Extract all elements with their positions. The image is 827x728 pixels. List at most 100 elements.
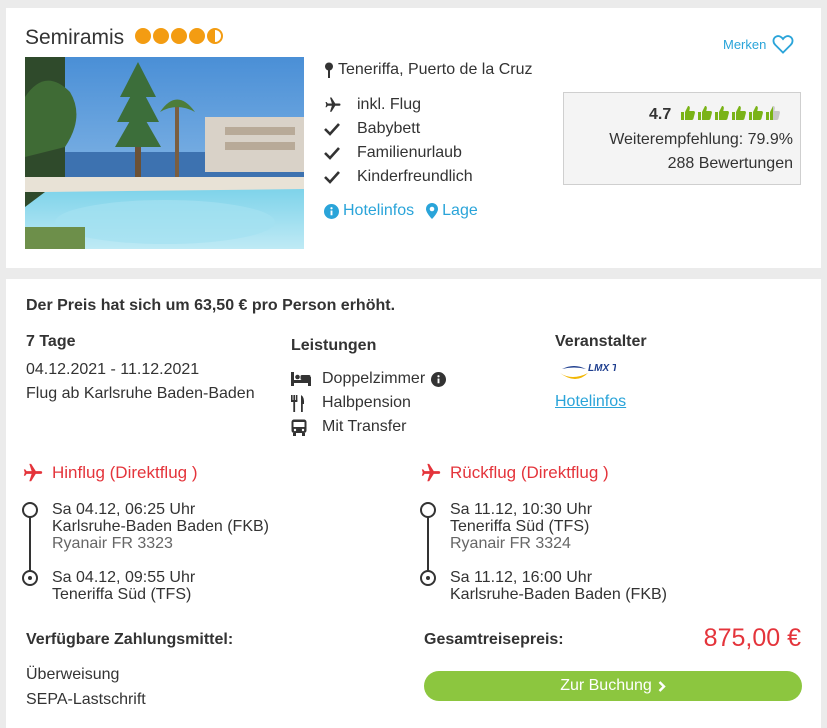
leistung-label: Halbpension (322, 394, 411, 411)
return-departure: Sa 11.12, 10:30 Uhr Teneriffa Süd (TFS) … (450, 501, 592, 552)
thumb-icon (732, 106, 746, 120)
price-change-note: Der Preis hat sich um 63,50 € pro Person… (26, 297, 396, 314)
departure-dot (420, 502, 436, 518)
bed-icon (291, 372, 311, 386)
total-price: 875,00 € (703, 624, 801, 652)
info-icon (324, 203, 339, 219)
star-rating (135, 28, 223, 44)
feature-label: Babybett (357, 120, 421, 137)
star-icon (189, 28, 205, 44)
feature-label: inkl. Flug (357, 96, 422, 113)
location-icon (426, 203, 439, 219)
leistungen-title: Leistungen (291, 337, 377, 354)
plane-icon (421, 463, 441, 482)
leistung-label: Doppelzimmer (322, 370, 426, 387)
hotelinfos-link[interactable]: Hotelinfos (324, 202, 414, 220)
return-dep-time: Sa 11.12, 10:30 Uhr (450, 501, 593, 518)
return-title-text: Rückflug (Direktflug ) (450, 463, 609, 482)
leistung-label: Mit Transfer (322, 418, 407, 435)
outbound-title-text: Hinflug (Direktflug ) (52, 463, 198, 482)
hotel-location: Teneriffa, Puerto de la Cruz (324, 61, 532, 79)
chevron-right-icon (658, 680, 666, 692)
thumb-icon (766, 106, 780, 120)
hotel-card: Semiramis Merken Teneriffa, Puerto de la… (6, 8, 821, 268)
return-arr-time: Sa 11.12, 16:00 Uhr (450, 569, 593, 586)
map-pin-icon (325, 62, 333, 78)
outbound-timeline (29, 515, 31, 578)
departure-airport: Flug ab Karlsruhe Baden-Baden (26, 385, 255, 402)
return-flight-title: Rückflug (Direktflug ) (420, 462, 609, 484)
feature-list: inkl. Flug Babybett Familienurlaub Kinde… (324, 93, 473, 189)
outbound-flight-title: Hinflug (Direktflug ) (22, 462, 198, 484)
trip-duration: 7 Tage (26, 333, 76, 350)
hotel-photo[interactable] (25, 57, 304, 249)
book-button[interactable]: Zur Buchung (424, 671, 802, 701)
feature-item: inkl. Flug (324, 93, 473, 117)
payment-method: Überweisung (26, 666, 120, 683)
check-icon (324, 171, 340, 184)
thumb-icon (749, 106, 763, 120)
rating-box[interactable]: 4.7 Weiterempfehlung: 79.9% 288 Bewertun… (563, 92, 801, 185)
review-count: 288 Bewertungen (667, 155, 793, 172)
outbound-dep-airport: Karlsruhe-Baden Baden (FKB) (52, 518, 269, 535)
leistung-item: Halbpension (291, 391, 446, 415)
trip-dates: 04.12.2021 - 11.12.2021 (26, 361, 200, 378)
recommendation-rate: Weiterempfehlung: 79.9% (609, 131, 793, 148)
outbound-departure: Sa 04.12, 06:25 Uhr Karlsruhe-Baden Bade… (52, 501, 269, 552)
feature-item: Babybett (324, 117, 473, 141)
hotelinfos-label: Hotelinfos (343, 202, 415, 219)
return-flight-number: Ryanair FR 3324 (450, 535, 571, 552)
info-icon[interactable] (431, 371, 447, 387)
thumb-rating (680, 105, 781, 121)
thumb-icon (698, 106, 712, 120)
lmx-logo-text: LMX Touristik (588, 363, 616, 374)
half-star-icon (207, 28, 223, 44)
leistung-item: Mit Transfer (291, 415, 446, 439)
star-icon (135, 28, 151, 44)
outbound-arr-airport: Teneriffa Süd (TFS) (52, 586, 192, 603)
plane-icon (23, 463, 43, 482)
lage-link[interactable]: Lage (426, 202, 478, 220)
veranstalter-hotelinfos-link[interactable]: Hotelinfos (555, 393, 626, 411)
outbound-flight-number: Ryanair FR 3323 (52, 535, 173, 552)
payment-title: Verfügbare Zahlungsmittel: (26, 631, 234, 648)
feature-item: Kinderfreundlich (324, 165, 473, 189)
return-timeline (427, 515, 429, 578)
outbound-arr-time: Sa 04.12, 09:55 Uhr (52, 569, 196, 586)
merken-button[interactable]: Merken (723, 34, 794, 54)
feature-label: Kinderfreundlich (357, 168, 473, 185)
lage-label: Lage (442, 202, 478, 219)
payment-methods: Überweisung SEPA-Lastschrift (26, 662, 146, 712)
outbound-arrival: Sa 04.12, 09:55 Uhr Teneriffa Süd (TFS) (52, 569, 195, 603)
heart-icon (772, 35, 794, 54)
book-button-label: Zur Buchung (560, 677, 652, 694)
location-text: Teneriffa, Puerto de la Cruz (338, 61, 533, 78)
return-dep-airport: Teneriffa Süd (TFS) (450, 518, 590, 535)
rating-score: 4.7 (649, 106, 672, 123)
plane-icon (325, 97, 341, 112)
leistungen-list: Doppelzimmer Halbpension Mit Transfer (291, 367, 447, 439)
payment-method: SEPA-Lastschrift (26, 691, 146, 708)
veranstalter-logo: LMX Touristik (558, 359, 654, 390)
return-arr-airport: Karlsruhe-Baden Baden (FKB) (450, 586, 667, 603)
return-arrival: Sa 11.12, 16:00 Uhr Karlsruhe-Baden Bade… (450, 569, 667, 603)
total-price-label: Gesamtreisepreis: (424, 631, 564, 648)
thumb-icon (681, 106, 695, 120)
offer-card: Der Preis hat sich um 63,50 € pro Person… (6, 279, 821, 728)
veranstalter-title: Veranstalter (555, 333, 647, 350)
merken-label: Merken (723, 36, 767, 52)
feature-item: Familienurlaub (324, 141, 473, 165)
cutlery-icon (291, 394, 305, 412)
arrival-dot (22, 570, 38, 586)
hotel-links: Hotelinfos Lage (324, 202, 478, 220)
star-icon (153, 28, 169, 44)
outbound-dep-time: Sa 04.12, 06:25 Uhr (52, 501, 196, 518)
thumb-icon (715, 106, 729, 120)
hotel-name[interactable]: Semiramis (25, 26, 124, 50)
arrival-dot (420, 570, 436, 586)
leistung-item: Doppelzimmer (291, 367, 447, 391)
departure-dot (22, 502, 38, 518)
check-icon (324, 147, 340, 160)
check-icon (324, 123, 340, 136)
bus-icon (291, 419, 307, 436)
